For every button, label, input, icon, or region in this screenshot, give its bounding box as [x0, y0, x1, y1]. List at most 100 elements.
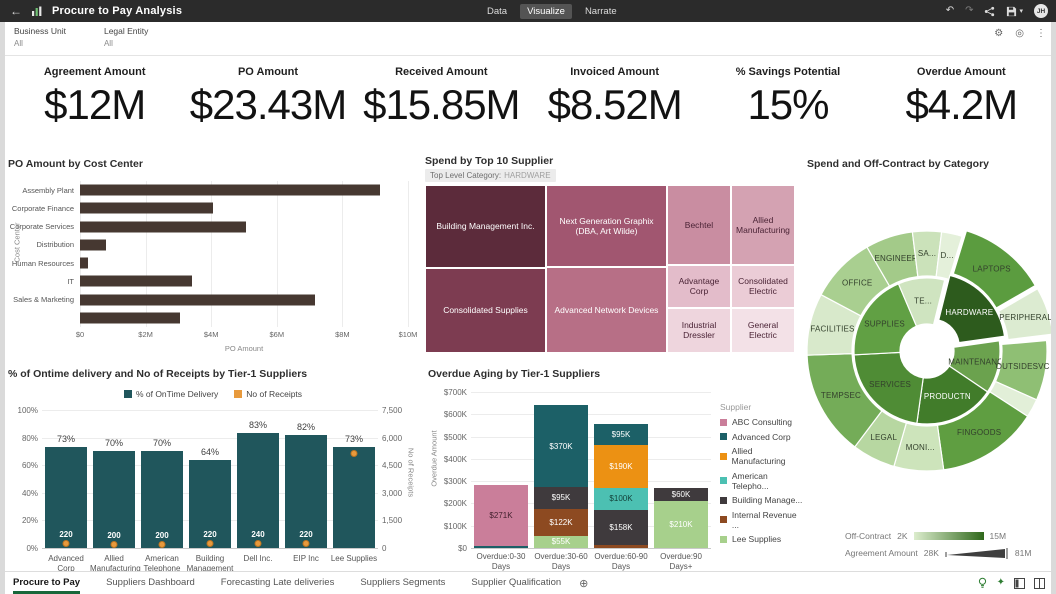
tick-label: 60% [22, 461, 38, 470]
bar-segment[interactable]: $95K [534, 487, 588, 508]
share-icon[interactable] [984, 6, 995, 17]
kpi-tile[interactable]: PO Amount$23.43M [181, 56, 354, 152]
split-panel-icon[interactable] [1034, 578, 1045, 589]
bar-segment[interactable]: $95K [594, 424, 648, 445]
bar-row: Assembly Plant [8, 181, 408, 199]
legend-label: Off-Contract [845, 531, 891, 541]
bar-segment[interactable]: $100K [594, 488, 648, 510]
legend-item[interactable]: % of OnTime Delivery [124, 389, 218, 399]
legend-swatch [124, 390, 132, 398]
bar-segment[interactable]: $271K [474, 485, 528, 545]
page-tab-forecasting-late-deliveries[interactable]: Forecasting Late deliveries [221, 572, 335, 594]
tab-data[interactable]: Data [480, 4, 514, 19]
legend-item[interactable]: Advanced Corp [720, 432, 805, 442]
category-label: Overdue:0-30 Days [471, 552, 531, 572]
bar[interactable] [80, 239, 106, 250]
filter-bar-actions: ⚙ ◎ ⋮ [994, 29, 1046, 39]
bar-segment[interactable]: $370K [534, 405, 588, 487]
bar-segment[interactable]: $55K [534, 536, 588, 548]
treemap-cell[interactable]: Advantage Corp [667, 265, 731, 308]
slice-label: FINGOODS [957, 428, 1001, 437]
receipts-dot[interactable] [207, 540, 214, 547]
tab-narrate[interactable]: Narrate [578, 4, 624, 19]
slice-label: OUTSIDESVC [996, 362, 1050, 371]
bar-segment[interactable]: $190K [594, 445, 648, 487]
kpi-tile[interactable]: Invoiced Amount$8.52M [528, 56, 701, 152]
bar-segment[interactable]: $60K [654, 488, 708, 501]
insights-icon[interactable]: ◎ [1015, 29, 1024, 39]
treemap-cell[interactable]: General Electric [731, 308, 795, 353]
treemap-cell[interactable]: Advanced Network Devices [546, 267, 667, 353]
ontime-bar[interactable] [333, 447, 375, 548]
gridline [42, 548, 378, 549]
bar-segment[interactable] [594, 545, 648, 548]
kpi-tile[interactable]: % Savings Potential15% [701, 56, 874, 152]
treemap-cell[interactable]: Bechtel [667, 185, 731, 265]
bar[interactable] [80, 312, 180, 323]
receipts-dot[interactable] [303, 540, 310, 547]
more-icon[interactable]: ⋮ [1036, 29, 1046, 39]
left-panel-icon[interactable] [1014, 578, 1025, 589]
filter-business-unit[interactable]: Business UnitAll [14, 26, 66, 48]
bar[interactable] [80, 294, 315, 305]
treemap-cell[interactable]: Next Generation Graphix (DBA, Art Wilde) [546, 185, 667, 267]
treemap-cell[interactable]: Building Management Inc. [425, 185, 546, 268]
legend-item[interactable]: Allied Manufacturing [720, 446, 805, 466]
bar[interactable] [80, 185, 380, 196]
redo-icon[interactable]: ↷ [965, 6, 973, 16]
legend-item[interactable]: American Telepho... [720, 471, 805, 491]
kpi-label: Overdue Amount [875, 66, 1048, 78]
mode-tabs: Data Visualize Narrate [480, 4, 624, 19]
receipts-dot[interactable] [350, 450, 357, 457]
avatar[interactable]: JH [1034, 4, 1048, 18]
treemap-cell[interactable]: Consolidated Supplies [425, 268, 546, 353]
legend-item[interactable]: Internal Revenue ... [720, 510, 805, 530]
page-tab-suppliers-segments[interactable]: Suppliers Segments [360, 572, 445, 594]
treemap-cell[interactable]: Consolidated Electric [731, 265, 795, 308]
page-tab-supplier-qualification[interactable]: Supplier Qualification [471, 572, 561, 594]
save-icon[interactable]: ▾ [1006, 6, 1023, 17]
legend-item[interactable]: Lee Supplies [720, 534, 805, 544]
gridline [471, 437, 711, 438]
receipts-dot[interactable] [159, 541, 166, 548]
receipts-dot[interactable] [111, 541, 118, 548]
treemap-cell[interactable]: Allied Manufacturing [731, 185, 795, 265]
bar-segment[interactable]: $158K [594, 510, 648, 545]
legend-item[interactable]: Building Manage... [720, 495, 805, 505]
undo-icon[interactable]: ↶ [946, 6, 954, 16]
kpi-tile[interactable]: Received Amount$15.85M [355, 56, 528, 152]
bar-segment[interactable]: $210K [654, 501, 708, 548]
bar[interactable] [80, 258, 88, 269]
bar[interactable] [80, 276, 192, 287]
category-label: Overdue:60-90 Days [591, 552, 651, 572]
tab-visualize[interactable]: Visualize [520, 4, 572, 19]
bar[interactable] [80, 203, 213, 214]
add-page-icon[interactable]: ⊕ [579, 577, 588, 590]
page-tab-procure-to-pay[interactable]: Procure to Pay [13, 572, 80, 594]
treemap-cells: Building Management Inc.Consolidated Sup… [425, 185, 795, 353]
receipts-dot[interactable] [63, 540, 70, 547]
tick-label: $10M [399, 330, 418, 339]
slice-label: SA... [918, 249, 936, 258]
kpi-tile[interactable]: Agreement Amount$12M [8, 56, 181, 152]
settings-icon[interactable]: ⚙ [994, 29, 1003, 39]
treemap-cell[interactable]: Industrial Dressler [667, 308, 731, 353]
legend-item[interactable]: ABC Consulting [720, 417, 805, 427]
bar-segment[interactable]: $122K [534, 509, 588, 536]
overdue-aging-chart: Overdue Aging by Tier-1 Suppliers $700K$… [425, 368, 805, 572]
filter-legal-entity[interactable]: Legal EntityAll [104, 26, 148, 48]
filter-value: All [14, 39, 66, 48]
receipts-dot[interactable] [255, 540, 262, 547]
page-tab-suppliers-dashboard[interactable]: Suppliers Dashboard [106, 572, 195, 594]
insight-bulb-icon[interactable] [977, 577, 988, 589]
tick-label: $4M [204, 330, 219, 339]
sparkle-icon[interactable]: ✦ [997, 578, 1005, 588]
kpi-tile[interactable]: Overdue Amount$4.2M [875, 56, 1048, 152]
gridline [471, 459, 711, 460]
bar-segment[interactable] [474, 546, 528, 548]
back-button[interactable]: ← [10, 4, 22, 18]
ontime-delivery-chart: % of Ontime delivery and No of Receipts … [8, 368, 418, 572]
legend-item[interactable]: No of Receipts [234, 389, 302, 399]
bar[interactable] [80, 221, 246, 232]
category-filter-chip[interactable]: Top Level Category:HARDWARE [425, 169, 556, 182]
